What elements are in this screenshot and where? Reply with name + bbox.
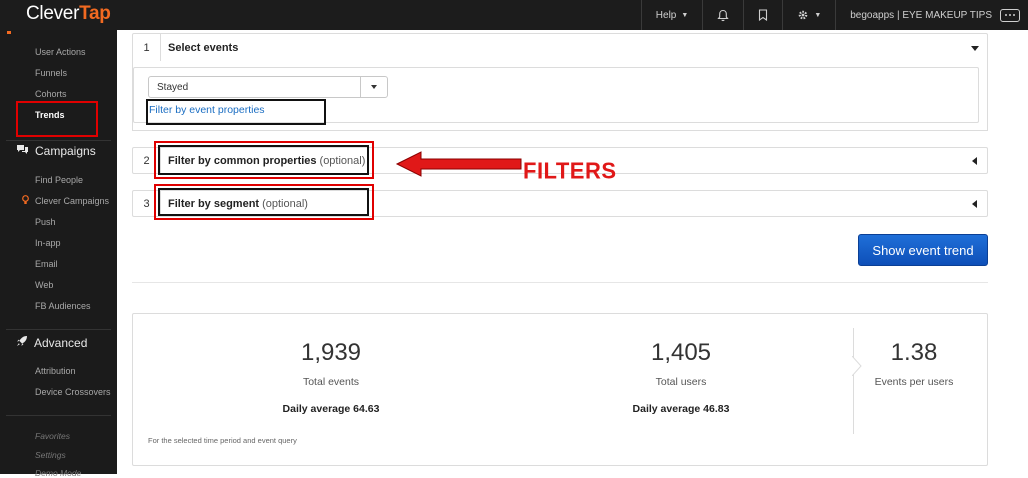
sidebar-item-funnels[interactable]: Funnels <box>35 68 67 78</box>
sidebar-item-user-actions[interactable]: User Actions <box>35 47 86 57</box>
highlight-box-segment-outer <box>154 184 374 220</box>
bell-icon <box>717 9 729 22</box>
events-per-user-value: 1.38 <box>890 339 938 366</box>
sidebar-divider <box>6 140 111 141</box>
sidebar-item-device-crossovers[interactable]: Device Crossovers <box>35 387 111 397</box>
step-number: 1 <box>133 34 161 61</box>
stat-total-users: 1,405 Total users Daily average 46.83 <box>581 339 781 415</box>
total-events-daily-average: Daily average 64.63 <box>282 403 380 415</box>
sidebar-divider <box>6 329 111 330</box>
more-options-icon[interactable] <box>1000 8 1020 22</box>
logo-text-clever: Clever <box>26 3 80 24</box>
highlight-box-event-properties <box>146 99 326 125</box>
settings-menu[interactable]: ▼ <box>783 0 835 30</box>
total-users-value: 1,405 <box>650 339 712 366</box>
account-menu[interactable]: begoapps | EYE MAKEUP TIPS <box>836 0 1028 30</box>
chevron-right-icon <box>852 356 862 376</box>
sidebar-item-clever-campaigns[interactable]: Clever Campaigns <box>35 196 109 206</box>
sidebar-item-email[interactable]: Email <box>35 259 58 269</box>
select-events-panel[interactable]: 1 Select events <box>132 33 988 61</box>
sidebar: User Actions Funnels Cohorts Trends Camp… <box>0 30 117 478</box>
highlight-box-common-properties-outer <box>154 141 374 179</box>
stats-card: 1,939 Total events Daily average 64.63 1… <box>132 313 988 466</box>
total-users-label: Total users <box>655 376 707 388</box>
sidebar-item-cohorts[interactable]: Cohorts <box>35 89 67 99</box>
sidebar-item-fb-audiences[interactable]: FB Audiences <box>35 301 91 311</box>
chat-icon <box>16 144 29 158</box>
chevron-left-icon[interactable] <box>972 199 977 208</box>
help-menu[interactable]: Help ▼ <box>642 0 703 30</box>
chevron-down-icon: ▼ <box>814 11 822 19</box>
sidebar-item-attribution[interactable]: Attribution <box>35 366 76 376</box>
sidebar-section-label: Advanced <box>34 335 88 350</box>
stat-events-per-user: 1.38 Events per users <box>864 339 964 388</box>
stats-divider <box>853 328 854 434</box>
event-select[interactable]: Stayed <box>148 76 388 98</box>
chevron-down-icon[interactable] <box>360 77 387 97</box>
sidebar-item-settings[interactable]: Settings <box>35 450 66 460</box>
rocket-icon <box>16 335 28 350</box>
annotation-arrow <box>395 150 525 183</box>
sidebar-accent <box>7 31 11 34</box>
bookmarks-button[interactable] <box>744 0 782 30</box>
account-label: begoapps | EYE MAKEUP TIPS <box>850 9 992 21</box>
clevertap-logo[interactable]: CleverTap <box>26 3 111 25</box>
chevron-down-icon: ▼ <box>681 11 689 19</box>
sidebar-item-in-app[interactable]: In-app <box>35 238 61 248</box>
total-events-value: 1,939 <box>300 339 362 366</box>
sidebar-item-web[interactable]: Web <box>35 280 53 290</box>
sidebar-section-advanced[interactable]: Advanced <box>16 335 87 350</box>
main-content: 1 Select events Stayed Filter by event p… <box>117 30 1028 474</box>
sidebar-item-favorites[interactable]: Favorites <box>35 431 70 441</box>
sidebar-section-label: Campaigns <box>35 144 96 158</box>
filters-annotation-label: FILTERS <box>523 157 617 184</box>
help-label: Help <box>655 9 677 21</box>
logo-text-tap: Tap <box>79 3 111 24</box>
sidebar-item-push[interactable]: Push <box>35 217 56 227</box>
top-bar: CleverTap Help ▼ ▼ begoapps | EYE MAKEUP… <box>0 0 1028 30</box>
sidebar-item-demo-mode[interactable]: Demo Mode <box>35 468 81 478</box>
total-users-daily-average: Daily average 46.83 <box>632 403 730 415</box>
stats-footnote: For the selected time period and event q… <box>148 436 297 445</box>
stat-total-events: 1,939 Total events Daily average 64.63 <box>231 339 431 415</box>
show-event-trend-button[interactable]: Show event trend <box>858 234 988 266</box>
sidebar-section-campaigns[interactable]: Campaigns <box>16 144 96 158</box>
top-nav: Help ▼ ▼ begoapps | EYE MAKEUP TIPS <box>640 0 1028 30</box>
highlight-box-trends <box>16 101 98 137</box>
lightbulb-icon <box>22 195 29 208</box>
bookmark-icon <box>758 9 768 21</box>
sidebar-divider <box>6 415 111 416</box>
event-select-value: Stayed <box>157 82 189 93</box>
events-per-user-label: Events per users <box>874 376 954 388</box>
notifications-button[interactable] <box>703 0 743 30</box>
sidebar-item-find-people[interactable]: Find People <box>35 175 83 185</box>
section-divider <box>132 282 988 283</box>
chevron-down-icon[interactable] <box>971 45 979 51</box>
total-events-label: Total events <box>302 376 360 388</box>
gear-icon <box>797 9 809 21</box>
chevron-left-icon[interactable] <box>972 156 977 165</box>
panel-title: Select events <box>168 41 239 54</box>
